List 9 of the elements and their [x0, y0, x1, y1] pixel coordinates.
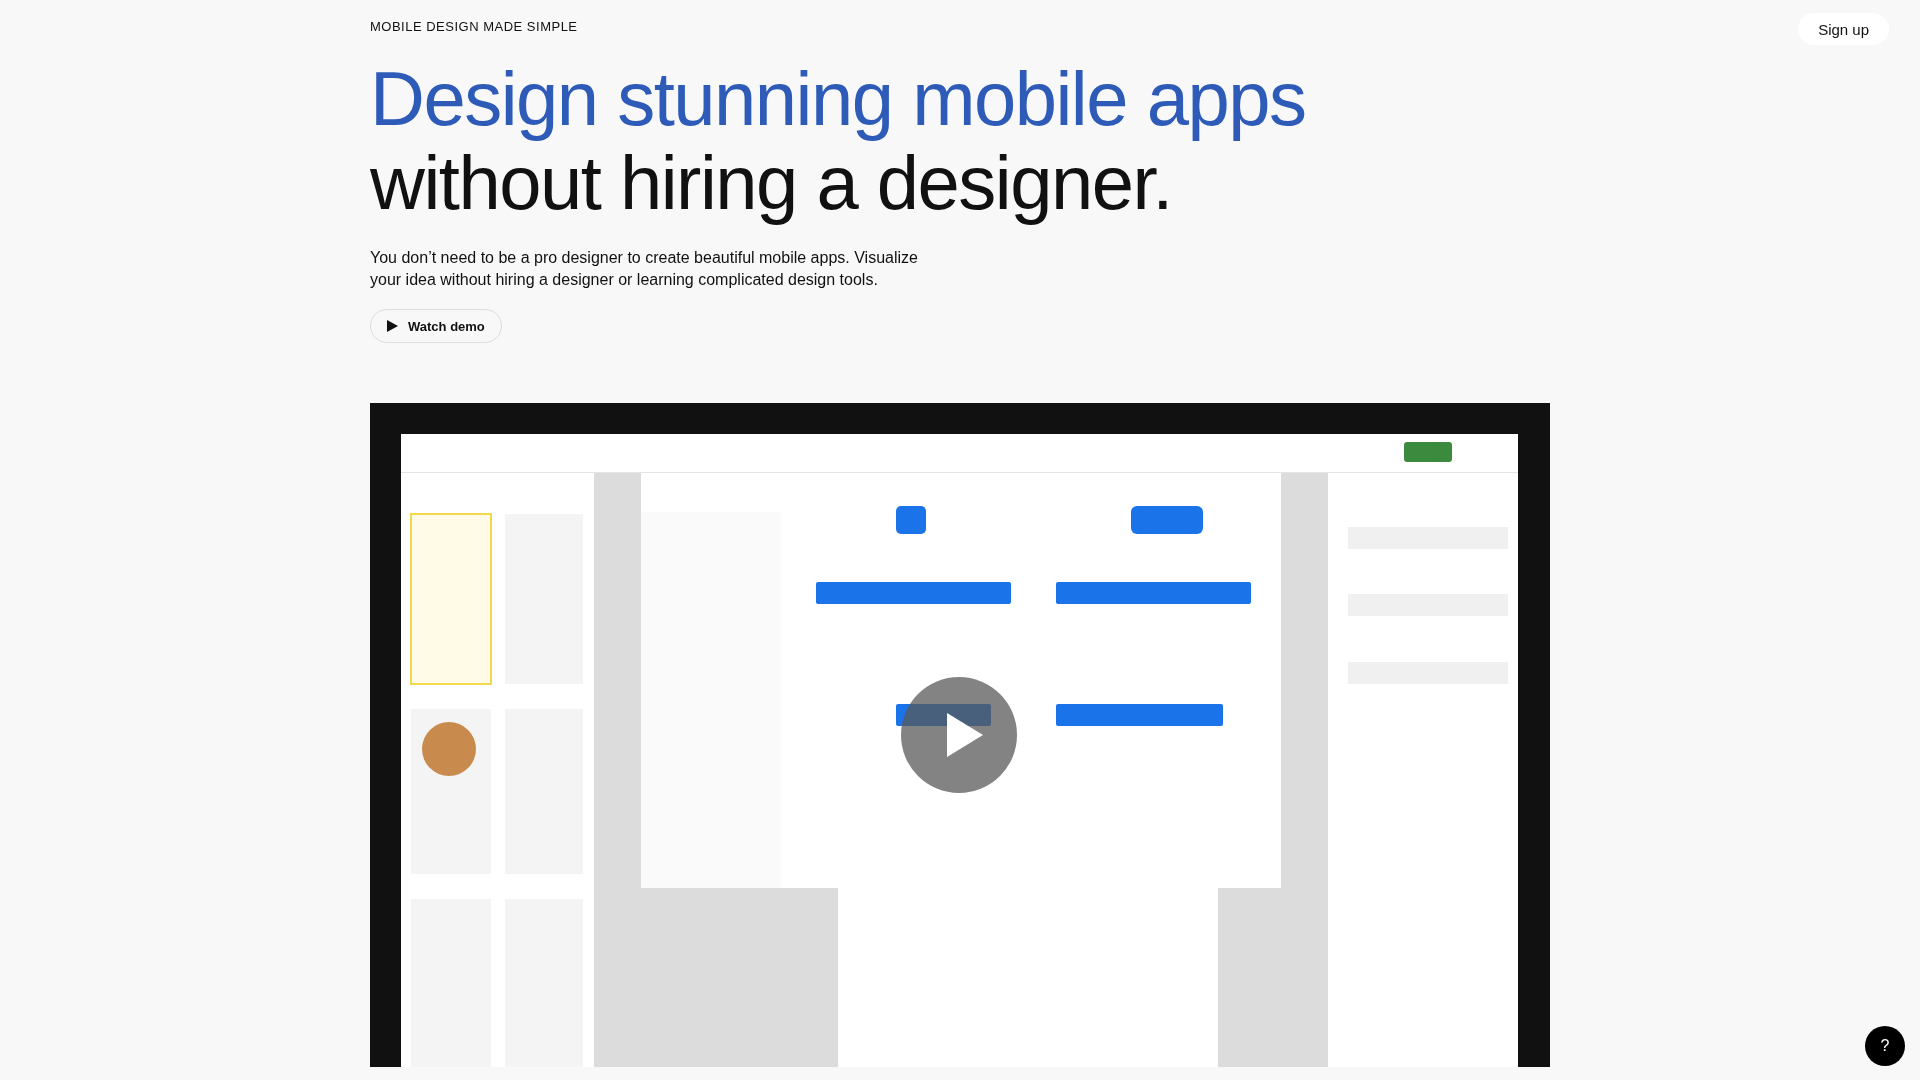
headline: without hiring a designer.	[370, 141, 1172, 225]
eyebrow-label: MOBILE DESIGN MADE SIMPLE	[370, 19, 578, 34]
headline-highlight: Design stunning mobile apps	[370, 57, 1307, 141]
description: You don’t need to be a pro designer to create beautiful mobile apps. Visualize your idea without hiring a designer or learning complicated design tools.	[370, 248, 919, 290]
help-button[interactable]: ?	[1865, 1026, 1905, 1066]
play-button-icon[interactable]	[901, 677, 1017, 793]
sign-up-button[interactable]: Sign up	[1798, 13, 1889, 45]
play-icon	[387, 320, 398, 332]
watch-demo-button[interactable]: Watch demo	[370, 309, 502, 343]
